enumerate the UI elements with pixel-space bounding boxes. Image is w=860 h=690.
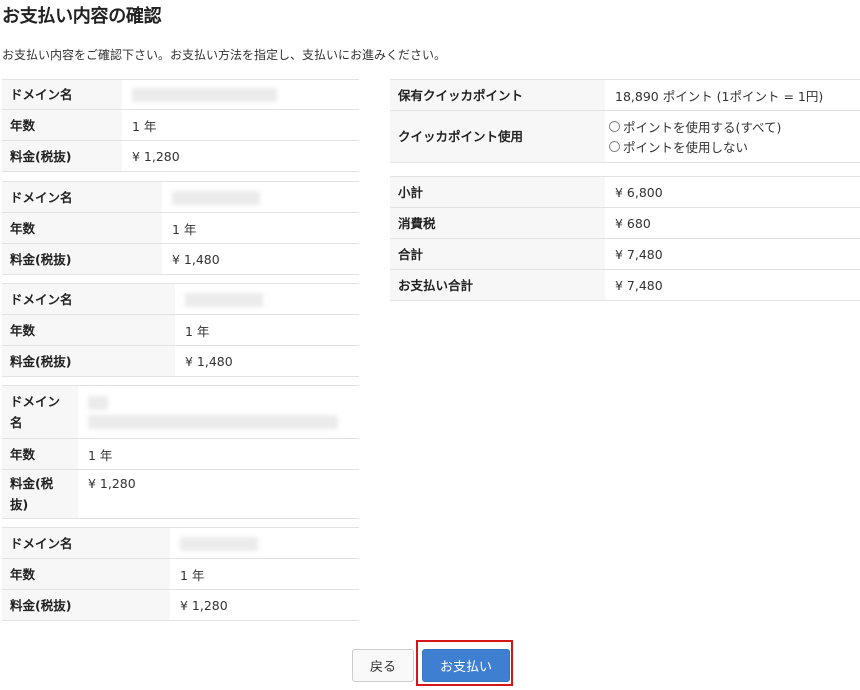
domain-name-label: ドメイン名 [2, 79, 122, 110]
domain-name-label: ドメイン名 [2, 283, 175, 315]
years-value: 1 年 [122, 109, 359, 141]
domain-table-5: ドメイン名 年数 1 年 料金(税抜) ¥ 1,280 [2, 527, 359, 621]
redacted-domain [180, 536, 258, 551]
fee-label: 料金(税 抜) [2, 469, 78, 519]
back-button[interactable]: 戻る [352, 649, 414, 682]
years-label: 年数 [2, 314, 175, 346]
radio-button-icon[interactable] [609, 121, 620, 132]
points-held-label: 保有クイッカポイント [390, 79, 605, 111]
total-label: 合計 [390, 238, 605, 270]
domain-table-4: ドメイン 名 年数 1 年 料金(税 抜) ¥ 1,280 [2, 385, 359, 519]
domain-table-2: ドメイン名 年数 1 年 料金(税抜) ¥ 1,480 [2, 181, 359, 275]
years-value: 1 年 [175, 314, 359, 346]
page-title: お支払い内容の確認 [2, 6, 162, 27]
radio-use-all-points[interactable]: ポイントを使用する(すべて) [609, 117, 860, 137]
fee-label: 料金(税抜) [2, 345, 175, 377]
domain-name-label: ドメイン名 [2, 181, 162, 213]
radio-no-points-label: ポイントを使用しない [623, 140, 749, 155]
tax-value: ¥ 680 [605, 207, 860, 239]
years-value: 1 年 [162, 212, 359, 244]
fee-label: 料金(税抜) [2, 140, 122, 172]
radio-no-points[interactable]: ポイントを使用しない [609, 137, 860, 157]
redacted-domain [132, 88, 277, 103]
years-label: 年数 [2, 212, 162, 244]
years-label: 年数 [2, 109, 122, 141]
summary-table: 小計 ¥ 6,800 消費税 ¥ 680 合計 ¥ 7,480 お支払い合計 ¥… [390, 176, 860, 301]
years-label: 年数 [2, 438, 78, 470]
domain-name-value [122, 79, 359, 110]
pay-button[interactable]: お支払い [422, 649, 510, 682]
domain-name-label: ドメイン名 [2, 527, 170, 559]
redacted-domain [172, 190, 260, 205]
total-value: ¥ 7,480 [605, 238, 860, 270]
payment-total-label: お支払い合計 [390, 269, 605, 301]
payment-total-value: ¥ 7,480 [605, 269, 860, 301]
intro-text: お支払い内容をご確認下さい。お支払い方法を指定し、支払いにお進みください。 [2, 48, 447, 62]
fee-value: ¥ 1,480 [175, 345, 359, 377]
radio-use-all-label: ポイントを使用する(すべて) [623, 120, 782, 135]
years-value: 1 年 [78, 438, 359, 470]
subtotal-label: 小計 [390, 176, 605, 208]
redacted-domain [88, 414, 338, 429]
fee-label: 料金(税抜) [2, 589, 170, 621]
domain-name-value [162, 181, 359, 213]
tax-label: 消費税 [390, 207, 605, 239]
fee-value: ¥ 1,280 [170, 589, 359, 621]
radio-button-icon[interactable] [609, 141, 620, 152]
domain-name-value [170, 527, 359, 559]
points-use-label: クイッカポイント使用 [390, 110, 605, 163]
points-use-options: ポイントを使用する(すべて) ポイントを使用しない [605, 110, 860, 163]
redacted-domain [185, 292, 263, 307]
domain-table-1: ドメイン名 年数 1 年 料金(税抜) ¥ 1,280 [2, 79, 359, 172]
points-held-value: 18,890 ポイント (1ポイント = 1円) [605, 79, 860, 111]
domain-name-value [78, 385, 359, 439]
years-label: 年数 [2, 558, 170, 590]
domain-table-3: ドメイン名 年数 1 年 料金(税抜) ¥ 1,480 [2, 283, 359, 377]
fee-value: ¥ 1,280 [122, 140, 359, 172]
domain-name-label: ドメイン 名 [2, 385, 78, 439]
subtotal-value: ¥ 6,800 [605, 176, 860, 208]
fee-value: ¥ 1,480 [162, 243, 359, 275]
fee-value: ¥ 1,280 [78, 469, 359, 519]
fee-label: 料金(税抜) [2, 243, 162, 275]
redacted-domain [88, 395, 108, 410]
domain-name-value [175, 283, 359, 315]
points-table: 保有クイッカポイント 18,890 ポイント (1ポイント = 1円) クイッカ… [390, 79, 860, 163]
years-value: 1 年 [170, 558, 359, 590]
